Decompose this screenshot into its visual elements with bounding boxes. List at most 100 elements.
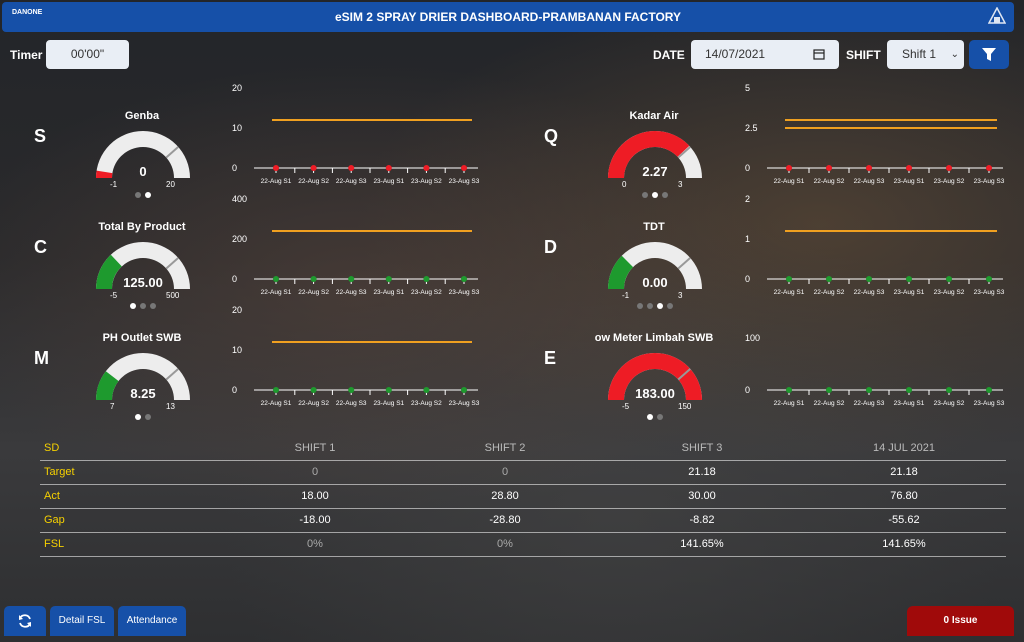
mini-chart-x-label: 23-Aug S2 bbox=[411, 289, 442, 296]
table-header-date: 14 JUL 2021 bbox=[873, 442, 935, 454]
mini-chart-y-label: 10 bbox=[232, 123, 243, 133]
table-cell: 0% bbox=[307, 538, 323, 550]
gauge-title: TDT bbox=[643, 221, 665, 233]
table-row-label: Gap bbox=[44, 514, 65, 526]
mini-chart-point bbox=[946, 387, 952, 393]
detail-fsl-button[interactable]: Detail FSL bbox=[50, 606, 114, 636]
mini-chart-x-label: 22-Aug S1 bbox=[774, 289, 805, 296]
gauge-min-label: -5 bbox=[622, 402, 630, 411]
mini-chart-point bbox=[423, 165, 430, 171]
page-title: eSIM 2 SPRAY DRIER DASHBOARD-PRAMBANAN F… bbox=[334, 10, 682, 24]
gauge-value: 125.00 bbox=[123, 275, 163, 290]
mini-chart-y-label: 200 bbox=[232, 234, 248, 244]
filter-icon bbox=[982, 48, 996, 61]
mini-chart-x-label: 22-Aug S2 bbox=[814, 178, 845, 185]
pager-dot[interactable] bbox=[662, 192, 668, 198]
gauge-pager bbox=[637, 303, 673, 309]
mini-chart-point bbox=[786, 276, 792, 282]
mini-chart-point bbox=[946, 165, 952, 171]
gauge-pager bbox=[642, 192, 668, 198]
mini-chart-point bbox=[826, 165, 832, 171]
mini-chart-y-label: 0 bbox=[232, 274, 238, 284]
mini-chart-point bbox=[385, 387, 392, 393]
pager-dot[interactable] bbox=[140, 303, 146, 309]
home-icon[interactable] bbox=[988, 7, 1006, 25]
table-cell: 28.80 bbox=[491, 490, 519, 502]
attendance-button[interactable]: Attendance bbox=[118, 606, 186, 636]
mini-chart-point bbox=[786, 165, 792, 171]
shift-select[interactable]: Shift 1 ⌄ bbox=[887, 40, 964, 69]
mini-chart-x-label: 22-Aug S2 bbox=[298, 178, 329, 185]
mini-chart-point bbox=[986, 387, 992, 393]
gauge-value: 0 bbox=[139, 164, 147, 179]
date-input[interactable]: 14/07/2021 bbox=[691, 40, 839, 69]
pager-dot[interactable] bbox=[130, 303, 136, 309]
gauge-title: ow Meter Limbah SWB bbox=[594, 332, 714, 344]
refresh-button[interactable] bbox=[4, 606, 46, 636]
mini-chart-y-label: 1 bbox=[745, 234, 751, 244]
table-cell: -18.00 bbox=[299, 514, 331, 526]
pager-dot[interactable] bbox=[637, 303, 643, 309]
refresh-icon bbox=[19, 614, 31, 628]
mini-chart-point bbox=[866, 165, 872, 171]
gauge-value: 0.00 bbox=[642, 275, 668, 290]
category-letter: E bbox=[544, 348, 557, 368]
table-row-label: Act bbox=[44, 490, 60, 502]
gauge-title: Kadar Air bbox=[629, 110, 679, 122]
gauge-title: Genba bbox=[124, 110, 160, 122]
table-row: Target 0 0 21.18 21.18 bbox=[40, 461, 1006, 485]
table-row: Gap -18.00 -28.80 -8.82 -55.62 bbox=[40, 509, 1006, 533]
mini-chart-point bbox=[906, 387, 912, 393]
mini-chart-x-label: 22-Aug S3 bbox=[336, 289, 367, 296]
pager-dot[interactable] bbox=[652, 192, 658, 198]
mini-chart-point bbox=[866, 387, 872, 393]
category-letter: Q bbox=[544, 126, 559, 146]
pager-dot[interactable] bbox=[647, 303, 653, 309]
pager-dot[interactable] bbox=[135, 414, 141, 420]
mini-chart-x-label: 23-Aug S3 bbox=[449, 178, 480, 185]
pager-dot[interactable] bbox=[145, 192, 151, 198]
date-label: DATE bbox=[653, 48, 685, 62]
mini-chart-point bbox=[826, 276, 832, 282]
header-bar: DANONE eSIM 2 SPRAY DRIER DASHBOARD-PRAM… bbox=[2, 2, 1014, 32]
mini-chart-point bbox=[986, 276, 992, 282]
table-cell: -8.82 bbox=[689, 514, 715, 526]
mini-chart-x-label: 23-Aug S3 bbox=[974, 400, 1005, 407]
timer-field[interactable]: 00'00" bbox=[46, 40, 129, 69]
pager-dot[interactable] bbox=[647, 414, 653, 420]
mini-chart-x-label: 22-Aug S1 bbox=[261, 178, 292, 185]
mini-trend-chart: 22-Aug S1 22-Aug S2 22-Aug S3 23-Aug S1 23-A… bbox=[254, 119, 480, 185]
pager-dot[interactable] bbox=[667, 303, 673, 309]
table-header-sd: SD bbox=[44, 442, 60, 454]
issue-button[interactable]: 0 Issue bbox=[907, 606, 1014, 636]
mini-chart-point bbox=[946, 276, 952, 282]
table-row-label: Target bbox=[44, 466, 75, 478]
mini-chart-point bbox=[986, 165, 992, 171]
mini-chart-x-label: 22-Aug S2 bbox=[298, 289, 329, 296]
mini-trend-chart: 22-Aug S1 22-Aug S2 22-Aug S3 23-Aug S1 23-A… bbox=[767, 119, 1005, 185]
calendar-icon[interactable] bbox=[813, 48, 825, 60]
mini-chart-x-label: 22-Aug S1 bbox=[774, 178, 805, 185]
gauge-min-label: -1 bbox=[110, 180, 118, 189]
table-row: FSL 0% 0% 141.65% 141.65% bbox=[40, 533, 1006, 557]
mini-chart-x-label: 23-Aug S2 bbox=[934, 400, 965, 407]
mini-chart-x-label: 23-Aug S3 bbox=[449, 400, 480, 407]
mini-chart-point bbox=[348, 165, 355, 171]
mini-chart-point bbox=[385, 276, 392, 282]
pager-dot[interactable] bbox=[657, 414, 663, 420]
pager-dot[interactable] bbox=[150, 303, 156, 309]
mini-chart-point bbox=[310, 276, 317, 282]
pager-dot[interactable] bbox=[145, 414, 151, 420]
pager-dot[interactable] bbox=[642, 192, 648, 198]
pager-dot[interactable] bbox=[135, 192, 141, 198]
table-cell: 30.00 bbox=[688, 490, 716, 502]
filter-button[interactable] bbox=[969, 40, 1009, 69]
mini-chart-point bbox=[385, 165, 392, 171]
mini-chart-x-label: 23-Aug S1 bbox=[894, 289, 925, 296]
pager-dot[interactable] bbox=[657, 303, 663, 309]
mini-chart-point bbox=[273, 165, 279, 171]
mini-chart-x-label: 23-Aug S1 bbox=[894, 400, 925, 407]
mini-chart-y-label: 5 bbox=[745, 83, 751, 93]
mini-trend-chart: 22-Aug S1 22-Aug S2 22-Aug S3 23-Aug S1 23-A… bbox=[254, 230, 480, 296]
table-row-label: FSL bbox=[44, 538, 65, 550]
